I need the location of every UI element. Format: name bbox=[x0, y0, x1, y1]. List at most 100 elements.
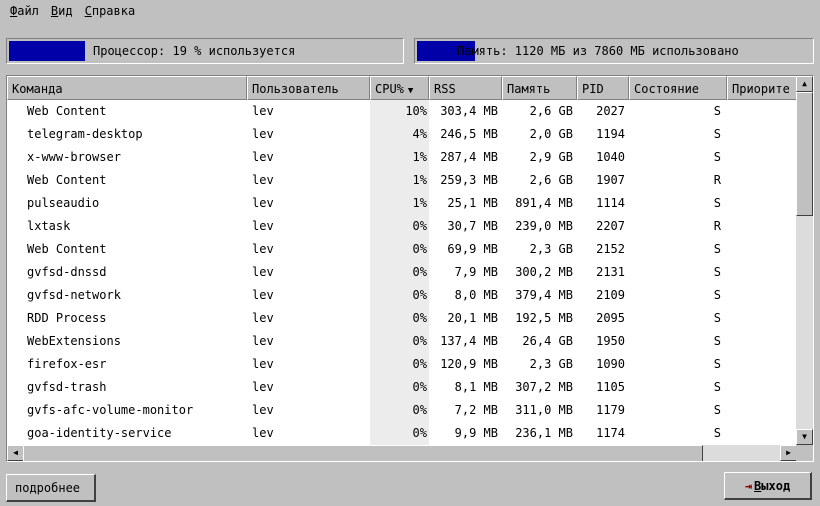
table-cell: 0% bbox=[370, 284, 429, 307]
table-cell: gvfsd-dnssd bbox=[27, 265, 107, 279]
table-cell: gvfsd-trash bbox=[27, 380, 107, 394]
table-cell: 311,0 MB bbox=[515, 403, 573, 417]
scroll-left-icon[interactable]: ◀ bbox=[7, 445, 24, 461]
table-cell: 236,1 MB bbox=[515, 426, 573, 440]
vertical-scrollbar[interactable]: ▲ ▼ bbox=[796, 76, 813, 445]
table-cell: 0% bbox=[370, 376, 429, 399]
table-cell: 1950 bbox=[596, 334, 625, 348]
table-cell bbox=[727, 192, 797, 215]
table-cell: lev bbox=[252, 311, 274, 325]
table-cell: 30,7 MB bbox=[447, 219, 498, 233]
table-cell: lev bbox=[252, 357, 274, 371]
table-row[interactable]: x-www-browser lev 1% 287,4 MB 2,9 GB 1040 S bbox=[7, 146, 797, 169]
table-row[interactable]: Web Content lev 10% 303,4 MB 2,6 GB 2027 S bbox=[7, 100, 797, 123]
vertical-scroll-thumb[interactable] bbox=[796, 92, 813, 216]
table-cell: S bbox=[713, 357, 721, 371]
table-cell: 379,4 MB bbox=[515, 288, 573, 302]
table-cell bbox=[727, 261, 797, 284]
exit-button[interactable]: ⇥ Выход bbox=[724, 472, 812, 500]
table-row[interactable]: gvfs-afc-volume-monitor lev 0% 7,2 MB 311,0 … bbox=[7, 399, 797, 422]
table-row[interactable]: gvfsd-dnssd lev 0% 7,9 MB 300,2 MB 2131 S bbox=[7, 261, 797, 284]
table-cell: lev bbox=[252, 426, 274, 440]
table-cell: lev bbox=[252, 403, 274, 417]
table-cell bbox=[727, 146, 797, 169]
menu-item-0[interactable]: Файл bbox=[4, 1, 45, 21]
menu-item-rest: правка bbox=[91, 4, 136, 18]
table-row[interactable]: WebExtensions lev 0% 137,4 MB 26,4 GB 1950 S bbox=[7, 330, 797, 353]
column-header-1[interactable]: Пользователь bbox=[247, 76, 370, 100]
more-details-button[interactable]: подробнее bbox=[6, 474, 96, 502]
table-cell bbox=[727, 284, 797, 307]
table-cell: S bbox=[713, 380, 721, 394]
table-cell: 259,3 MB bbox=[440, 173, 498, 187]
table-cell: S bbox=[713, 334, 721, 348]
table-row[interactable]: lxtask lev 0% 30,7 MB 239,0 MB 2207 R bbox=[7, 215, 797, 238]
column-header-0[interactable]: Команда bbox=[7, 76, 247, 100]
table-row[interactable]: pulseaudio lev 1% 25,1 MB 891,4 MB 1114 S bbox=[7, 192, 797, 215]
horizontal-scroll-thumb[interactable] bbox=[23, 445, 703, 461]
table-cell: goa-identity-service bbox=[27, 426, 172, 440]
column-header-4[interactable]: Память bbox=[502, 76, 577, 100]
table-cell bbox=[727, 100, 797, 123]
table-cell: 2152 bbox=[596, 242, 625, 256]
column-header-label: Приорите bbox=[732, 82, 790, 96]
menu-item-2[interactable]: Справка bbox=[79, 1, 142, 21]
column-header-2[interactable]: CPU% ▼ bbox=[370, 76, 429, 100]
scroll-right-icon[interactable]: ▶ bbox=[780, 445, 797, 461]
horizontal-scrollbar[interactable]: ◀ ▶ bbox=[7, 445, 797, 461]
table-cell: 1090 bbox=[596, 357, 625, 371]
table-cell bbox=[727, 353, 797, 376]
table-cell: 1105 bbox=[596, 380, 625, 394]
table-cell: Web Content bbox=[27, 242, 107, 256]
table-cell: 307,2 MB bbox=[515, 380, 573, 394]
table-cell: S bbox=[713, 426, 721, 440]
table-cell: lev bbox=[252, 173, 274, 187]
scroll-up-icon[interactable]: ▲ bbox=[796, 76, 813, 92]
table-cell: 9,9 MB bbox=[454, 426, 498, 440]
table-row[interactable]: gvfsd-network lev 0% 8,0 MB 379,4 MB 2109 S bbox=[7, 284, 797, 307]
column-header-label: Состояние bbox=[634, 82, 700, 96]
scroll-down-icon[interactable]: ▼ bbox=[796, 429, 813, 445]
table-row[interactable]: gvfsd-trash lev 0% 8,1 MB 307,2 MB 1105 S bbox=[7, 376, 797, 399]
column-header-5[interactable]: PID bbox=[577, 76, 629, 100]
table-cell bbox=[727, 376, 797, 399]
table-cell: WebExtensions bbox=[27, 334, 121, 348]
column-header-7[interactable]: Приорите bbox=[727, 76, 797, 100]
table-row[interactable]: telegram-desktop lev 4% 246,5 MB 2,0 GB 1194 S bbox=[7, 123, 797, 146]
table-row[interactable]: Web Content lev 0% 69,9 MB 2,3 GB 2152 S bbox=[7, 238, 797, 261]
column-header-3[interactable]: RSS bbox=[429, 76, 502, 100]
menu-item-rest: ид bbox=[58, 4, 73, 18]
table-cell: 1% bbox=[370, 146, 429, 169]
table-cell: 4% bbox=[370, 123, 429, 146]
table-cell: 10% bbox=[370, 100, 429, 123]
table-cell: 0% bbox=[370, 330, 429, 353]
table-cell: lev bbox=[252, 150, 274, 164]
table-row[interactable]: RDD Process lev 0% 20,1 MB 192,5 MB 2095 S bbox=[7, 307, 797, 330]
table-cell: Web Content bbox=[27, 104, 107, 118]
table-cell: 1194 bbox=[596, 127, 625, 141]
table-row[interactable]: firefox-esr lev 0% 120,9 MB 2,3 GB 1090 S bbox=[7, 353, 797, 376]
table-cell: 1% bbox=[370, 192, 429, 215]
table-cell: S bbox=[713, 104, 721, 118]
table-cell: S bbox=[713, 265, 721, 279]
table-cell: 20,1 MB bbox=[447, 311, 498, 325]
table-cell: gvfsd-network bbox=[27, 288, 121, 302]
menu-item-1[interactable]: Вид bbox=[45, 1, 79, 21]
table-cell: lev bbox=[252, 334, 274, 348]
process-list[interactable]: Web Content lev 10% 303,4 MB 2,6 GB 2027 Stele… bbox=[7, 100, 797, 445]
table-cell: 120,9 MB bbox=[440, 357, 498, 371]
cpu-usage-text: Процессор: 19 % используется bbox=[93, 44, 296, 58]
cpu-usage-meter: Процессор: 19 % используется bbox=[6, 38, 404, 64]
column-header-6[interactable]: Состояние bbox=[629, 76, 727, 100]
column-header-label: PID bbox=[582, 82, 604, 96]
table-cell: 891,4 MB bbox=[515, 196, 573, 210]
table-header: Команда Пользователь CPU% ▼ RSS Память PID Сост… bbox=[7, 76, 797, 100]
table-cell: 1179 bbox=[596, 403, 625, 417]
table-row[interactable]: goa-identity-service lev 0% 9,9 MB 236,1 MB 1… bbox=[7, 422, 797, 445]
table-cell: 26,4 GB bbox=[522, 334, 573, 348]
table-row[interactable]: Web Content lev 1% 259,3 MB 2,6 GB 1907 R bbox=[7, 169, 797, 192]
table-cell: 2207 bbox=[596, 219, 625, 233]
table-cell: S bbox=[713, 311, 721, 325]
table-cell: 0% bbox=[370, 215, 429, 238]
column-header-label: CPU% bbox=[375, 82, 404, 96]
